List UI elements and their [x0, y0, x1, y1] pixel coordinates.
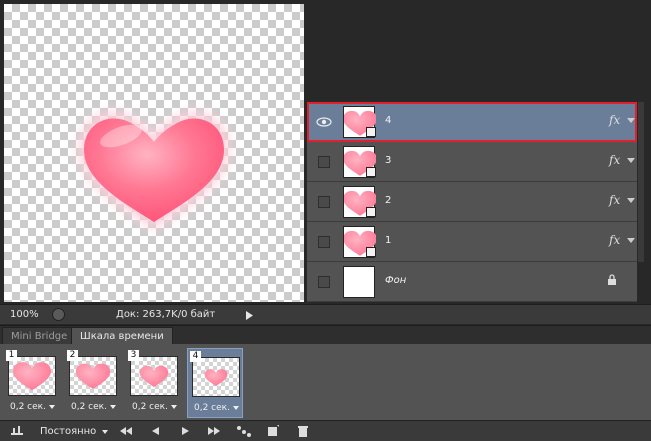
heart-thumbnail-icon [139, 365, 169, 387]
layer-name[interactable]: 4 [385, 115, 391, 126]
lock-icon [608, 274, 616, 285]
layer-thumbnail [343, 186, 376, 218]
layer-effects-icon[interactable]: fx [609, 193, 620, 207]
frame-delay-label: 0,2 сек. [132, 402, 168, 412]
smart-object-icon [366, 207, 376, 217]
document-canvas[interactable] [4, 4, 304, 302]
heart-thumbnail-icon [13, 362, 51, 391]
next-frame-icon[interactable] [206, 424, 222, 438]
duplicate-frame-icon[interactable] [266, 424, 280, 438]
animation-frame[interactable]: 2 0,2 сек. [65, 348, 121, 418]
loop-options-select[interactable]: Постоянно [40, 426, 96, 437]
delete-frame-icon[interactable] [296, 424, 310, 438]
frame-delay-select[interactable]: 0,2 сек. [132, 402, 177, 412]
frame-delay-select[interactable]: 0,2 сек. [71, 402, 116, 412]
tween-icon[interactable] [236, 424, 252, 438]
previous-frame-icon[interactable] [148, 424, 162, 438]
zoom-level[interactable]: 100% [10, 309, 39, 320]
layer-row[interactable]: 2 fx [307, 182, 637, 222]
layer-effects-icon[interactable]: fx [609, 233, 620, 247]
smart-object-icon [366, 247, 376, 257]
visibility-toggle[interactable] [318, 276, 330, 288]
document-size-info: Док: 263,7K/0 байт [116, 309, 216, 320]
layer-thumbnail [343, 146, 376, 178]
layer-effects-icon[interactable]: fx [609, 113, 620, 127]
frame-thumbnail [192, 357, 240, 397]
heart-thumbnail-icon [75, 363, 111, 389]
heart-artwork [79, 112, 229, 229]
frame-number: 4 [190, 351, 201, 362]
heart-thumbnail-icon [204, 369, 228, 386]
play-icon[interactable] [178, 424, 192, 438]
chevron-down-icon[interactable] [627, 118, 635, 123]
visibility-toggle[interactable] [318, 156, 330, 168]
eye-icon[interactable] [316, 115, 332, 129]
frame-thumbnail [8, 356, 56, 396]
frame-number: 1 [6, 350, 17, 361]
frame-thumbnail [69, 356, 117, 396]
chevron-down-icon[interactable] [170, 404, 177, 409]
zoom-button-icon[interactable] [52, 308, 65, 321]
status-bar: 100% Док: 263,7K/0 байт [0, 304, 651, 324]
frame-number: 2 [67, 350, 78, 361]
layer-name[interactable]: 1 [385, 235, 391, 246]
tab-timeline[interactable]: Шкала времени [71, 327, 173, 345]
photoshop-window: 4 fx 3 fx 2 fx 1 fx Фон 100% Док: 263,7K/0 байт … [0, 0, 651, 441]
frame-thumbnail [130, 356, 178, 396]
layer-thumbnail [343, 266, 375, 298]
layer-row[interactable]: 3 fx [307, 142, 637, 182]
frame-delay-label: 0,2 сек. [194, 403, 230, 413]
first-frame-icon[interactable] [118, 424, 134, 438]
frame-number: 3 [128, 350, 139, 361]
layer-row[interactable]: 1 fx [307, 222, 637, 262]
frame-delay-label: 0,2 сек. [71, 402, 107, 412]
timeline-frames: 1 0,2 сек. 2 0,2 сек. 3 0,2 сек. 4 0,2 сек. [0, 344, 651, 420]
tab-mini-bridge[interactable]: Mini Bridge [2, 327, 77, 345]
chevron-down-icon[interactable] [627, 238, 635, 243]
convert-timeline-icon[interactable] [10, 424, 24, 438]
layer-thumbnail [343, 106, 376, 138]
layer-name[interactable]: 3 [385, 155, 391, 166]
layer-name[interactable]: 2 [385, 195, 391, 206]
smart-object-icon [366, 167, 376, 177]
layers-panel: 4 fx 3 fx 2 fx 1 fx Фон [307, 102, 637, 302]
frame-delay-label: 0,2 сек. [10, 402, 46, 412]
chevron-down-icon[interactable] [627, 198, 635, 203]
chevron-down-icon[interactable] [102, 430, 108, 434]
chevron-down-icon[interactable] [232, 405, 239, 410]
layer-row[interactable]: 4 fx [307, 102, 637, 142]
layer-effects-icon[interactable]: fx [609, 153, 620, 167]
visibility-toggle[interactable] [318, 196, 330, 208]
chevron-down-icon[interactable] [109, 404, 116, 409]
status-menu-icon[interactable] [242, 309, 256, 322]
animation-frame[interactable]: 4 0,2 сек. [187, 348, 243, 418]
layer-row[interactable]: Фон [307, 262, 637, 302]
timeline-toolbar: Постоянно [0, 420, 651, 441]
layer-name[interactable]: Фон [385, 275, 406, 286]
visibility-toggle[interactable] [318, 236, 330, 248]
animation-frame[interactable]: 1 0,2 сек. [4, 348, 60, 418]
chevron-down-icon[interactable] [627, 158, 635, 163]
layers-scrollbar[interactable] [638, 102, 644, 262]
animation-frame[interactable]: 3 0,2 сек. [126, 348, 182, 418]
frame-delay-select[interactable]: 0,2 сек. [194, 403, 239, 413]
layer-thumbnail [343, 226, 376, 258]
panel-tabbar: Mini Bridge Шкала времени [0, 325, 651, 345]
chevron-down-icon[interactable] [48, 404, 55, 409]
smart-object-icon [366, 127, 376, 137]
frame-delay-select[interactable]: 0,2 сек. [10, 402, 55, 412]
